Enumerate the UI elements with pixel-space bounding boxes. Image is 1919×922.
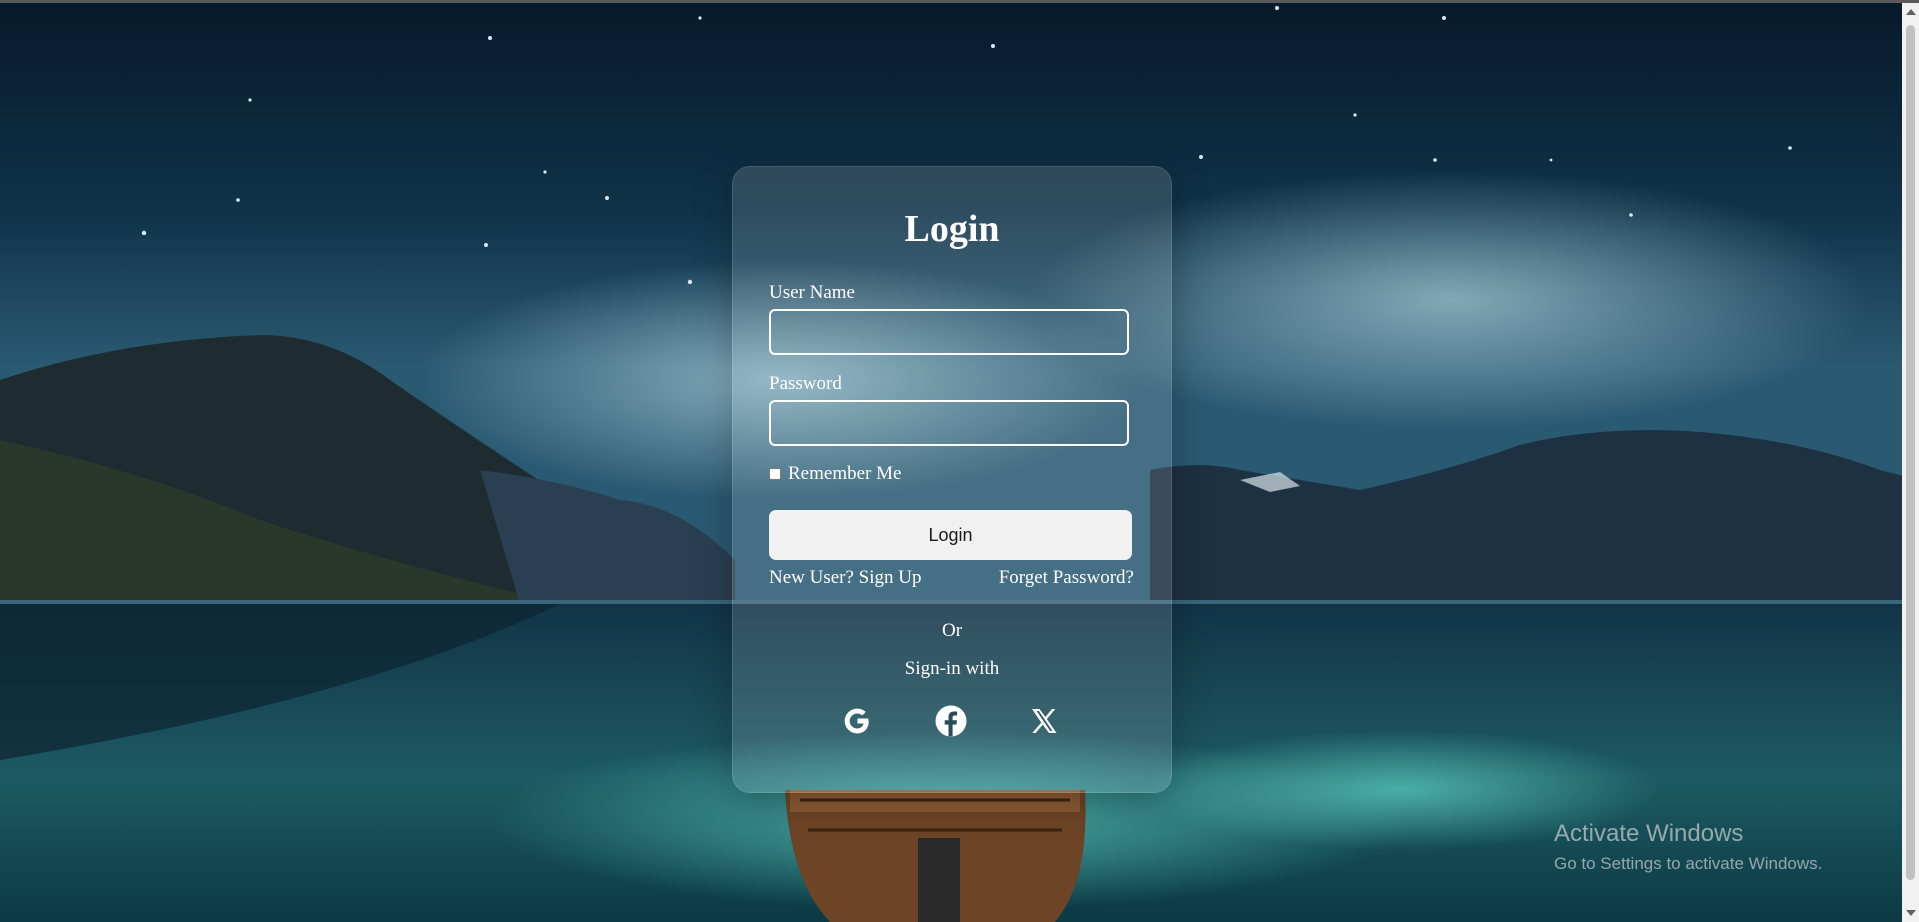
scroll-down-icon[interactable]	[1906, 910, 1916, 916]
vertical-scrollbar[interactable]	[1902, 3, 1919, 922]
remember-me-label: Remember Me	[788, 463, 902, 484]
x-signin-button[interactable]	[1024, 701, 1064, 741]
x-icon	[1032, 709, 1057, 733]
password-label: Password	[769, 373, 842, 394]
login-title: Login	[904, 208, 1000, 250]
google-signin-button[interactable]	[837, 701, 877, 741]
password-input[interactable]	[769, 400, 1129, 446]
remember-me-checkbox[interactable]	[769, 468, 781, 480]
window-top-border	[0, 0, 1919, 3]
forgot-password-link[interactable]: Forget Password?	[999, 567, 1134, 589]
scrollbar-thumb[interactable]	[1906, 25, 1915, 880]
or-divider: Or	[941, 620, 963, 641]
watermark-title: Activate Windows	[1554, 820, 1744, 847]
facebook-signin-button[interactable]	[931, 701, 971, 741]
google-icon	[844, 708, 869, 734]
username-label: User Name	[769, 282, 855, 303]
remember-me[interactable]: Remember Me	[769, 463, 901, 485]
scroll-up-icon[interactable]	[1906, 9, 1916, 15]
activate-windows-watermark: Activate Windows Go to Settings to activ…	[1554, 820, 1822, 874]
username-input[interactable]	[769, 309, 1129, 355]
signup-link[interactable]: New User? Sign Up	[769, 567, 922, 589]
login-card: Login User Name Password Remember Me Log…	[732, 166, 1172, 793]
facebook-icon	[935, 705, 967, 737]
login-button[interactable]: Login	[769, 510, 1132, 560]
watermark-subtitle: Go to Settings to activate Windows.	[1554, 854, 1823, 873]
sign-in-with-label: Sign-in with	[904, 658, 1000, 679]
